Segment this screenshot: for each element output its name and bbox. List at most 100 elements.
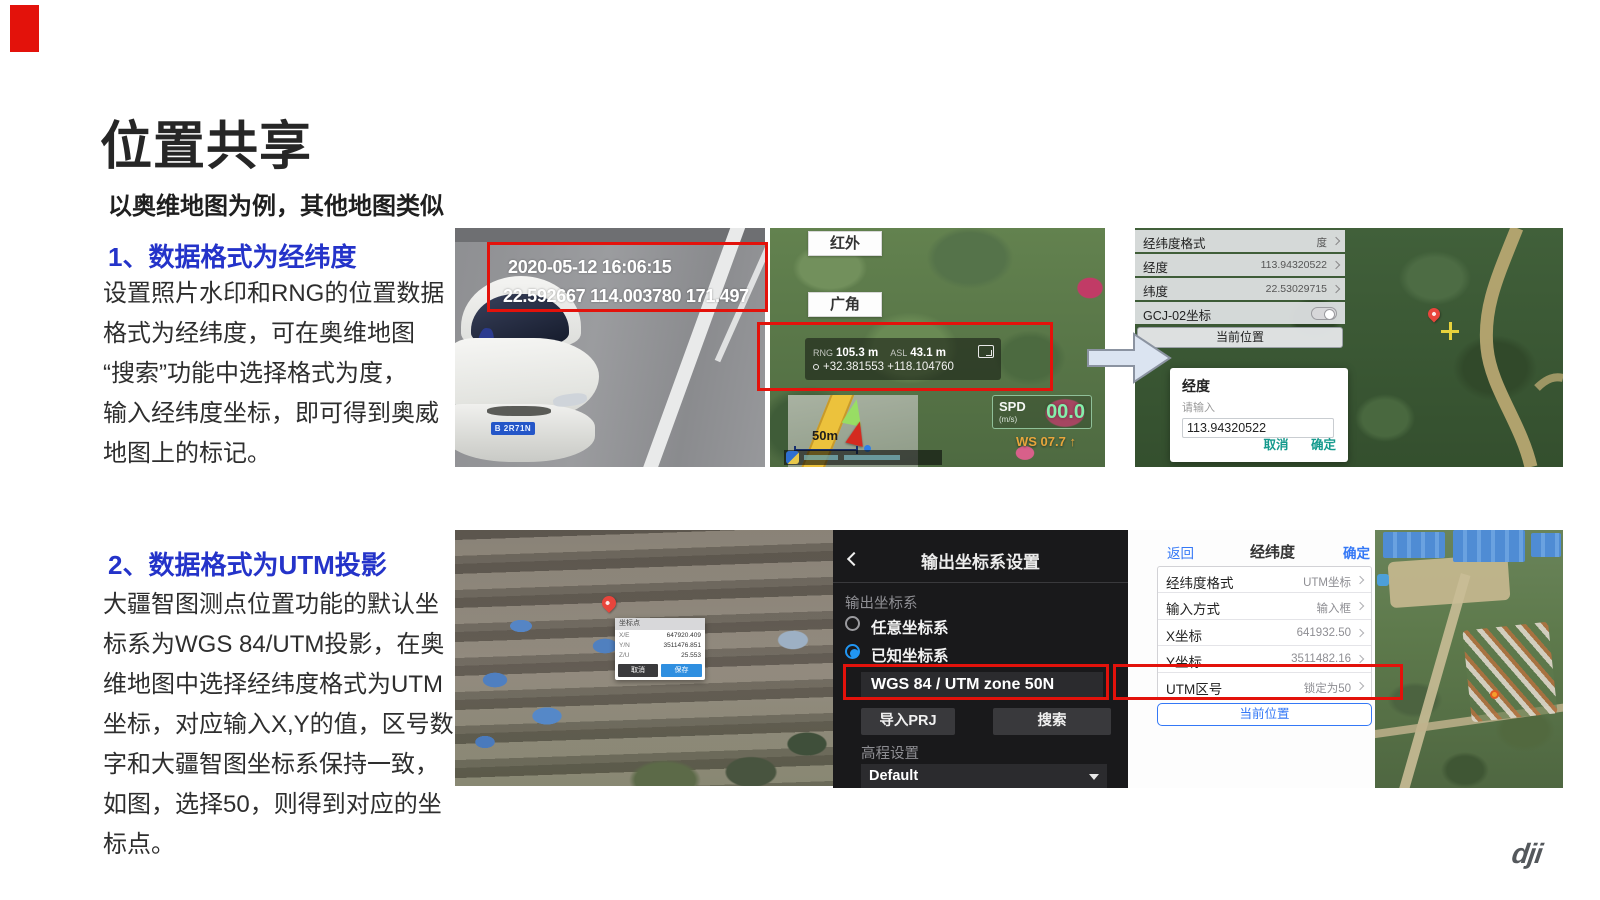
import-prj-button[interactable]: 导入PRJ	[861, 708, 955, 735]
radio-label: 任意坐标系	[871, 616, 949, 638]
save-button[interactable]: 保存	[661, 664, 702, 677]
row-label: 经纬度格式	[1143, 233, 1206, 252]
list-item-y-coord[interactable]: Y坐标 3511482.16	[1158, 646, 1371, 672]
dropdown-value: Default	[869, 768, 918, 784]
dialog-buttons: 取消 确定	[1246, 434, 1336, 454]
red-corner-mark	[10, 5, 39, 52]
license-plate: B 2R71N	[491, 422, 535, 435]
row-label: Y坐标	[1166, 651, 1202, 671]
body-line: 大疆智图测点位置功能的默认坐	[103, 585, 448, 625]
popup-row-zu: Z/U 25.553	[615, 650, 705, 660]
body-line: 格式为经纬度，可在奥维地图	[103, 314, 448, 354]
row-label: 输入方式	[1166, 598, 1220, 618]
popup-row-xe: X/E 647920.409	[615, 630, 705, 640]
chevron-right-icon	[1356, 655, 1364, 663]
row-label: UTM区号	[1166, 678, 1222, 698]
coordinate-point-popup: 坐标点 X/E 647920.409 Y/N 3511476.851 Z/U 2…	[615, 618, 705, 680]
row-label: GCJ-02坐标	[1143, 305, 1211, 324]
row-value: 25.553	[681, 652, 701, 659]
photo-watermark-datetime: 2020-05-12 16:06:15	[508, 257, 671, 278]
search-button[interactable]: 搜索	[993, 708, 1111, 735]
row-value: 113.94320522	[1261, 259, 1327, 271]
section2-heading: 2、数据格式为UTM投影	[108, 545, 387, 582]
slide: 位置共享 以奥维地图为例，其他地图类似 1、数据格式为经纬度 设置照片水印和RN…	[0, 0, 1600, 900]
list-item-longitude[interactable]: 经度 113.94320522	[1135, 254, 1345, 276]
list-item-x-coord[interactable]: X坐标 641932.50	[1158, 620, 1371, 646]
settings-card: 经纬度格式 UTM坐标 输入方式 输入框 X坐标 641932.50 Y坐标 3…	[1157, 566, 1372, 700]
rng-label: RNG	[813, 348, 833, 358]
row-label: Z/U	[619, 652, 629, 659]
cancel-button[interactable]: 取消	[618, 664, 658, 677]
row-value: UTM坐标	[1303, 574, 1351, 590]
asl-value: 43.1 m	[910, 347, 946, 359]
gcj02-toggle[interactable]	[1311, 307, 1337, 320]
flow-arrow	[1086, 328, 1174, 388]
row-value: 锁定为50	[1304, 680, 1351, 696]
wind-speed-label: WS 07.7 ↑	[1016, 434, 1076, 449]
panel-title: 经纬度	[1250, 541, 1295, 562]
list-item-utm-zone[interactable]: UTM区号 锁定为50	[1158, 673, 1371, 699]
current-location-button[interactable]: 当前位置	[1157, 703, 1372, 726]
row-value: 22.53029715	[1266, 283, 1327, 295]
radio-label: 已知坐标系	[871, 644, 949, 666]
list-item-latlng-format[interactable]: 经纬度格式 度	[1135, 230, 1345, 252]
speed-indicator: SPD (m/s) 00.0	[992, 395, 1092, 429]
row-value: 3511476.851	[664, 642, 701, 649]
row-value: 输入框	[1317, 600, 1352, 616]
body-line: 字和大疆智图坐标系保持一致，	[103, 745, 448, 785]
building-rows	[1462, 622, 1557, 722]
output-crs-settings-panel: 输出坐标系设置 输出坐标系 任意坐标系 已知坐标系 WGS 84 / UTM z…	[833, 530, 1128, 788]
rng-line: RNG105.3 mASL43.1 m	[813, 343, 958, 361]
factory-roof	[1531, 533, 1561, 557]
popup-title: 坐标点	[615, 618, 705, 630]
map-pin	[599, 593, 619, 613]
body-line: 设置照片水印和RNG的位置数据	[103, 274, 448, 314]
coord-settings-list: 经纬度格式 度 经度 113.94320522 纬度 22.53029715 G…	[1135, 230, 1345, 326]
cancel-button[interactable]: 取消	[1264, 434, 1289, 453]
factory-roof	[1453, 530, 1525, 562]
chevron-right-icon	[1356, 576, 1364, 584]
status-text-blur	[844, 455, 900, 460]
camera-tag-wide: 广角	[808, 292, 882, 317]
section1-body: 设置照片水印和RNG的位置数据 格式为经纬度，可在奥维地图 “搜索”功能中选择格…	[103, 274, 448, 474]
row-value: 641932.50	[1297, 627, 1351, 639]
body-line: 地图上的标记。	[103, 434, 448, 474]
panel-title: 输出坐标系设置	[833, 548, 1128, 573]
longitude-input-dialog: 经度 请输入 取消 确定	[1170, 368, 1348, 462]
divider	[833, 582, 1128, 583]
radio-off-icon[interactable]	[845, 616, 860, 631]
crs-value-field[interactable]: WGS 84 / UTM zone 50N	[861, 672, 1103, 697]
confirm-button[interactable]: 确定	[1311, 434, 1336, 453]
popup-buttons: 取消 保存	[618, 664, 702, 677]
body-line: 标系为WGS 84/UTM投影，在奥	[103, 625, 448, 665]
ovital-map-screenshot: 经纬度格式 度 经度 113.94320522 纬度 22.53029715 G…	[1135, 228, 1563, 467]
list-item-latitude[interactable]: 纬度 22.53029715	[1135, 278, 1345, 300]
road-curb	[455, 228, 765, 242]
confirm-button[interactable]: 确定	[1343, 542, 1370, 562]
body-line: 如图，选择50，则得到对应的坐	[103, 785, 448, 825]
dialog-hint: 请输入	[1182, 399, 1336, 415]
list-item-gcj02[interactable]: GCJ-02坐标	[1135, 302, 1345, 324]
list-item-input-mode[interactable]: 输入方式 输入框	[1158, 593, 1371, 619]
chevron-right-icon	[1332, 237, 1340, 245]
speed-unit: (m/s)	[999, 415, 1017, 424]
car-grille	[487, 406, 551, 416]
row-label: Y/N	[619, 642, 630, 649]
row-label: 经纬度格式	[1166, 572, 1234, 592]
crosshair-marker	[1441, 322, 1459, 340]
osd-coords: +32.381553 +118.104760	[823, 361, 954, 373]
chevron-right-icon	[1356, 602, 1364, 610]
chevron-right-icon	[1356, 681, 1364, 689]
list-item-latlng-format[interactable]: 经纬度格式 UTM坐标	[1158, 567, 1371, 593]
elevation-dropdown[interactable]: Default	[861, 764, 1107, 788]
radio-on-icon[interactable]	[845, 644, 860, 659]
photo-watermark-coords: 22.592667 114.003780 171.497	[503, 286, 749, 307]
row-value: 3511482.16	[1291, 653, 1351, 665]
section2-body: 大疆智图测点位置功能的默认坐 标系为WGS 84/UTM投影，在奥 维地图中选择…	[103, 585, 448, 865]
screenshot-icon[interactable]	[978, 345, 994, 358]
row-label: X坐标	[1166, 625, 1202, 645]
chevron-right-icon	[1356, 629, 1364, 637]
back-button[interactable]: 返回	[1167, 542, 1194, 562]
map-control-icon	[1377, 574, 1389, 586]
group-label: 输出坐标系	[845, 592, 918, 613]
